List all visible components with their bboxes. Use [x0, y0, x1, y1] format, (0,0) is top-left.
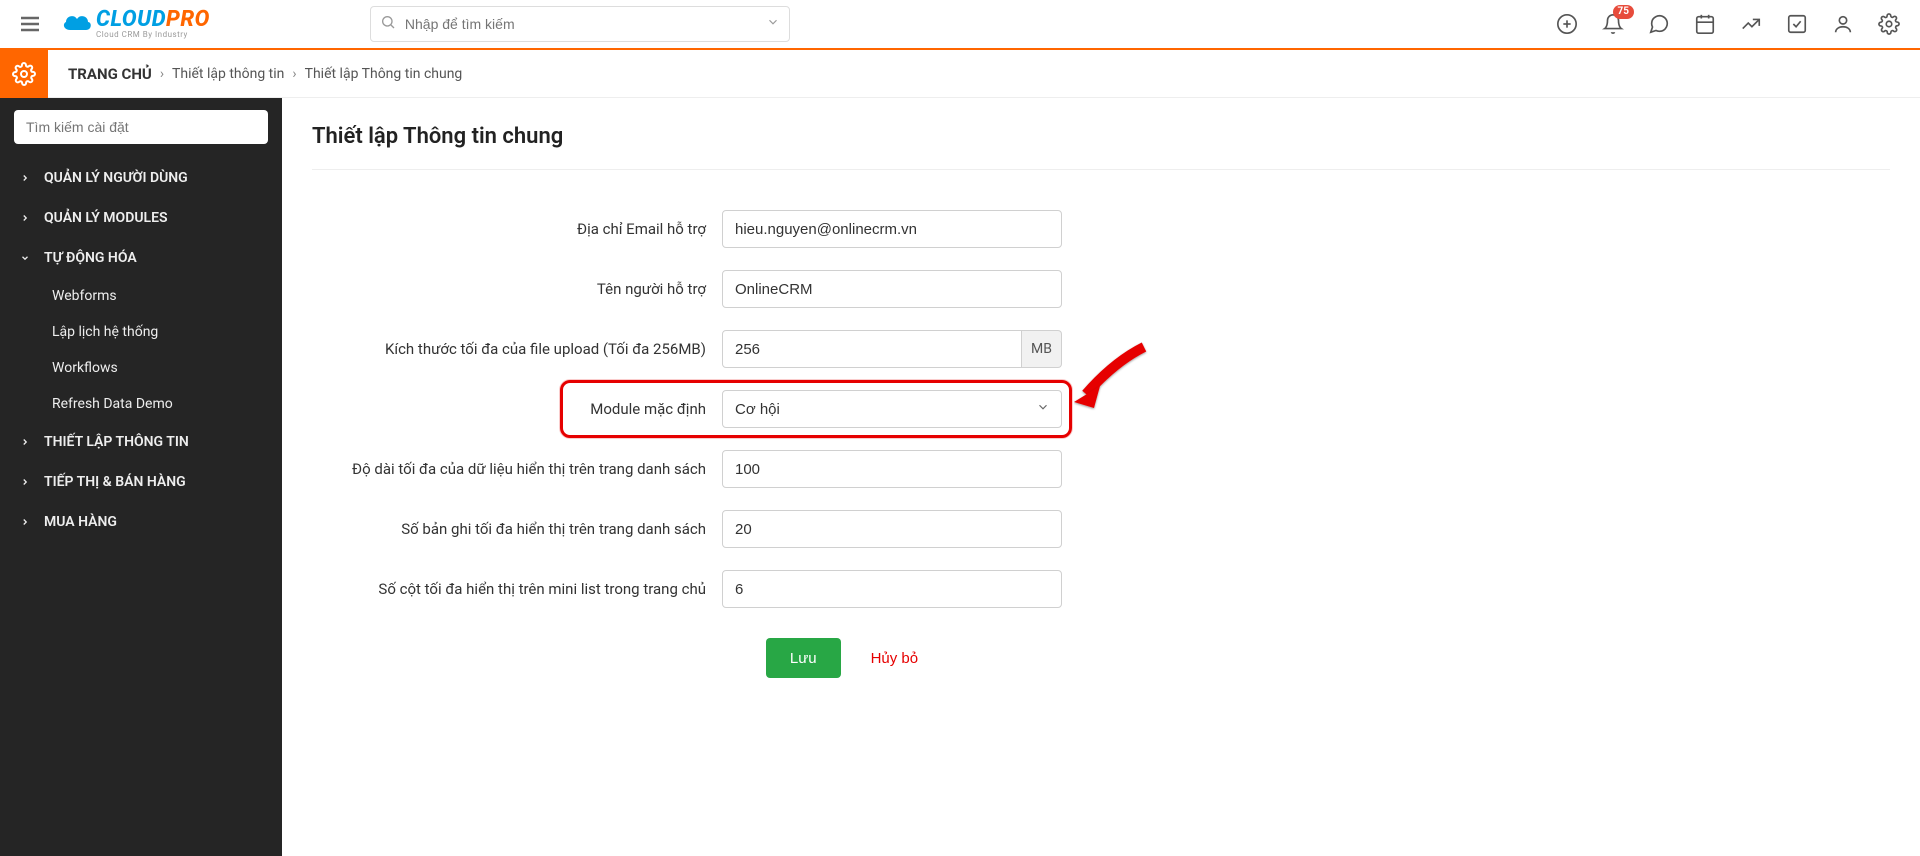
chevron-right-icon	[20, 477, 32, 487]
page-title: Thiết lập Thông tin chung	[312, 124, 1890, 170]
sidebar-item-label: TỰ ĐỘNG HÓA	[44, 250, 137, 266]
cloud-icon	[60, 10, 94, 38]
label-list-length: Độ dài tối đa của dữ liệu hiển thị trên …	[312, 460, 722, 478]
settings-search-input[interactable]	[14, 110, 268, 144]
chevron-down-icon	[20, 253, 32, 263]
gear-icon	[12, 62, 36, 86]
logo[interactable]: CLOUDPRO Cloud CRM By Industry	[60, 7, 210, 41]
breadcrumb-sep: ›	[160, 66, 164, 82]
add-button[interactable]	[1556, 13, 1578, 35]
notification-badge: 75	[1613, 5, 1634, 19]
settings-gear-side[interactable]	[0, 50, 48, 98]
breadcrumb-l1[interactable]: Thiết lập thông tin	[172, 66, 284, 82]
sidebar-item-modules[interactable]: QUẢN LÝ MODULES	[0, 198, 282, 238]
topbar: CLOUDPRO Cloud CRM By Industry 75	[0, 0, 1920, 50]
chevron-right-icon	[20, 437, 32, 447]
notifications-button[interactable]: 75	[1602, 13, 1624, 35]
tasks-button[interactable]	[1786, 13, 1808, 35]
check-square-icon	[1786, 13, 1808, 35]
chat-button[interactable]	[1648, 13, 1670, 35]
breadcrumb-l2[interactable]: Thiết lập Thông tin chung	[305, 66, 463, 82]
sidebar-item-label: MUA HÀNG	[44, 514, 117, 530]
calendar-button[interactable]	[1694, 13, 1716, 35]
chevron-down-icon[interactable]	[766, 15, 780, 33]
form-buttons: Lưu Hủy bỏ	[312, 638, 1372, 678]
settings-sidebar: QUẢN LÝ NGƯỜI DÙNG QUẢN LÝ MODULES TỰ ĐỘ…	[0, 98, 282, 856]
sidebar-item-label: QUẢN LÝ NGƯỜI DÙNG	[44, 170, 188, 186]
label-upload-size: Kích thước tối đa của file upload (Tối đ…	[312, 340, 722, 358]
sidebar-sub-webforms[interactable]: Webforms	[0, 278, 282, 314]
sidebar-sub-workflows[interactable]: Workflows	[0, 350, 282, 386]
calendar-icon	[1694, 13, 1716, 35]
sidebar-item-label: QUẢN LÝ MODULES	[44, 210, 168, 226]
sidebar-item-info-setup[interactable]: THIẾT LẬP THÔNG TIN	[0, 422, 282, 462]
cancel-button[interactable]: Hủy bỏ	[871, 650, 919, 667]
sidebar-item-label: THIẾT LẬP THÔNG TIN	[44, 434, 189, 450]
sidebar-item-marketing[interactable]: TIẾP THỊ & BÁN HÀNG	[0, 462, 282, 502]
top-icons: 75	[1556, 13, 1910, 35]
global-search-wrap	[370, 6, 790, 42]
input-upload-size[interactable]	[722, 330, 1022, 368]
hamburger-icon	[18, 12, 42, 36]
profile-button[interactable]	[1832, 13, 1854, 35]
sidebar-item-users[interactable]: QUẢN LÝ NGƯỜI DÙNG	[0, 158, 282, 198]
sidebar-sub-schedule[interactable]: Lập lịch hệ thống	[0, 314, 282, 350]
main-content: Thiết lập Thông tin chung Địa chỉ Email …	[282, 98, 1920, 856]
breadcrumb-home[interactable]: TRANG CHỦ	[68, 65, 152, 83]
chat-icon	[1648, 13, 1670, 35]
label-email: Địa chỉ Email hỗ trợ	[312, 220, 722, 238]
sidebar-item-purchase[interactable]: MUA HÀNG	[0, 502, 282, 542]
save-button[interactable]: Lưu	[766, 638, 841, 678]
search-icon	[380, 14, 396, 34]
reports-button[interactable]	[1740, 13, 1762, 35]
global-search-input[interactable]	[370, 6, 790, 42]
breadcrumb: TRANG CHỦ › Thiết lập thông tin › Thiết …	[48, 50, 1920, 98]
label-max-records: Số bản ghi tối đa hiển thị trên trang da…	[312, 520, 722, 538]
input-email[interactable]	[722, 210, 1062, 248]
label-default-module: Module mặc định	[312, 400, 722, 418]
input-max-cols[interactable]	[722, 570, 1062, 608]
label-supporter: Tên người hỗ trợ	[312, 280, 722, 298]
menu-button[interactable]	[10, 4, 50, 44]
breadcrumb-sep: ›	[292, 66, 296, 82]
logo-cloud-text: CLOUD	[96, 7, 166, 32]
select-default-module[interactable]	[722, 390, 1062, 428]
settings-button[interactable]	[1878, 13, 1900, 35]
label-max-cols: Số cột tối đa hiển thị trên mini list tr…	[312, 580, 722, 598]
chart-icon	[1740, 13, 1762, 35]
logo-subtitle: Cloud CRM By Industry	[96, 30, 210, 39]
settings-form: Địa chỉ Email hỗ trợ Tên người hỗ trợ Kí…	[312, 210, 1372, 678]
user-icon	[1832, 13, 1854, 35]
chevron-right-icon	[20, 173, 32, 183]
input-supporter[interactable]	[722, 270, 1062, 308]
upload-size-unit: MB	[1022, 330, 1062, 368]
logo-pro-text: PRO	[166, 7, 210, 32]
sidebar-item-label: TIẾP THỊ & BÁN HÀNG	[44, 474, 186, 490]
chevron-right-icon	[20, 213, 32, 223]
chevron-right-icon	[20, 517, 32, 527]
sidebar-item-automation[interactable]: TỰ ĐỘNG HÓA	[0, 238, 282, 278]
plus-circle-icon	[1556, 13, 1578, 35]
sidebar-sub-refresh[interactable]: Refresh Data Demo	[0, 386, 282, 422]
input-list-length[interactable]	[722, 450, 1062, 488]
input-max-records[interactable]	[722, 510, 1062, 548]
breadcrumb-bar: TRANG CHỦ › Thiết lập thông tin › Thiết …	[0, 50, 1920, 98]
gear-icon	[1878, 13, 1900, 35]
